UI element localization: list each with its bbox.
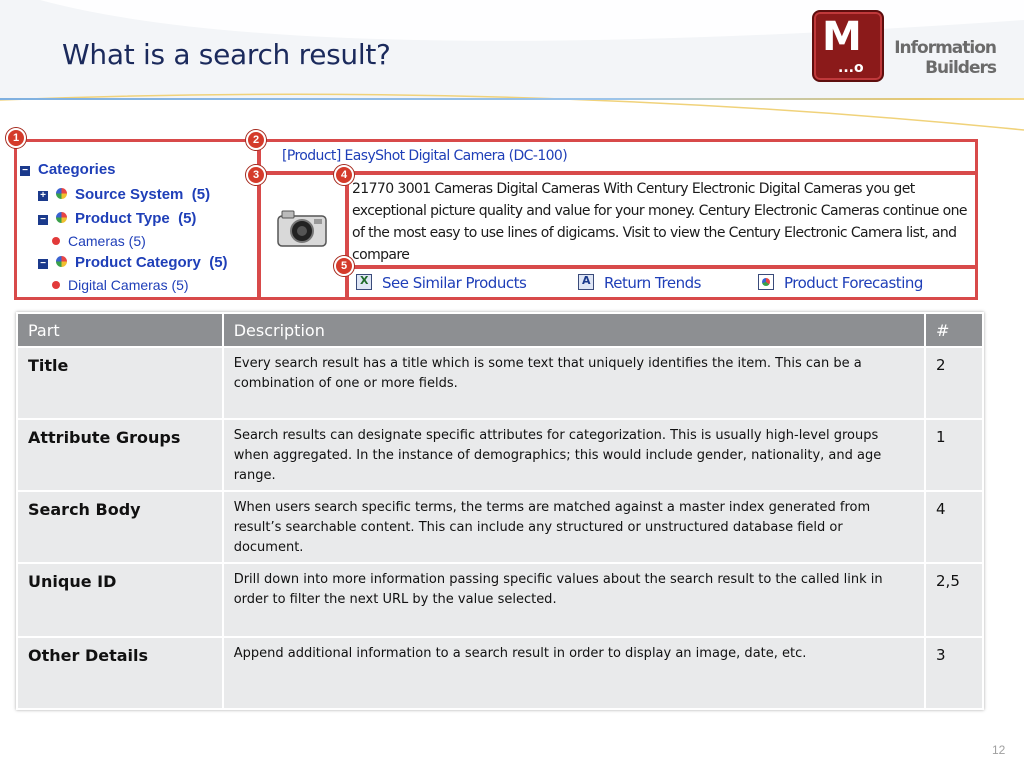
- expand-icon[interactable]: +: [38, 191, 48, 201]
- badge-3: 3: [246, 165, 266, 185]
- cell-number: 2: [924, 346, 984, 420]
- report-icon: [578, 274, 594, 290]
- bullet-icon: [52, 281, 60, 289]
- cell-description: Append additional information to a searc…: [221, 636, 927, 710]
- table-row: Title Every search result has a title wh…: [16, 346, 984, 420]
- parts-table: Part Description # Title Every search re…: [16, 312, 984, 710]
- camera-icon: [277, 210, 327, 247]
- bullet-icon: [52, 237, 60, 245]
- logo-letter: M: [822, 14, 862, 60]
- forecast-icon: [758, 274, 774, 290]
- result-links: See Similar Products Return Trends Produ…: [352, 274, 976, 296]
- page-number: 12: [992, 743, 1006, 757]
- categories-header[interactable]: − Categories: [20, 161, 116, 178]
- return-trends-link[interactable]: Return Trends: [578, 274, 701, 292]
- badge-5: 5: [334, 256, 354, 276]
- header-divider: [0, 98, 1024, 100]
- header-description: Description: [221, 312, 927, 348]
- cell-number: 4: [924, 490, 984, 564]
- badge-1: 1: [6, 128, 26, 148]
- category-product-category[interactable]: − Product Category (5): [38, 254, 228, 271]
- result-title-link[interactable]: [Product] EasyShot Digital Camera (DC-10…: [282, 148, 568, 164]
- header-part: Part: [16, 312, 224, 348]
- m-logo: M ...o: [812, 10, 884, 82]
- cell-description: Search results can designate specific at…: [221, 418, 927, 492]
- cell-number: 3: [924, 636, 984, 710]
- header-number: #: [924, 312, 984, 348]
- cell-description: When users search specific terms, the te…: [221, 490, 927, 564]
- cell-description: Drill down into more information passing…: [221, 562, 927, 638]
- cell-part: Search Body: [16, 490, 224, 564]
- table-header-row: Part Description #: [16, 312, 984, 348]
- category-cameras[interactable]: Cameras (5): [52, 233, 146, 249]
- table-row: Unique ID Drill down into more informati…: [16, 562, 984, 638]
- badge-2: 2: [246, 130, 266, 150]
- see-similar-products-link[interactable]: See Similar Products: [356, 274, 527, 292]
- cell-part: Attribute Groups: [16, 418, 224, 492]
- table-row: Other Details Append additional informat…: [16, 636, 984, 710]
- collapse-icon[interactable]: −: [38, 215, 48, 225]
- logo-dots: ...o: [838, 60, 864, 76]
- cell-number: 2,5: [924, 562, 984, 638]
- category-ball-icon: [56, 256, 67, 267]
- cell-part: Title: [16, 346, 224, 420]
- category-digital-cameras[interactable]: Digital Cameras (5): [52, 277, 189, 293]
- cell-description: Every search result has a title which is…: [221, 346, 927, 420]
- logo-line-1: Information: [894, 38, 997, 58]
- excel-icon: [356, 274, 372, 290]
- category-ball-icon: [56, 212, 67, 223]
- search-result-screenshot: 1 2 3 4 5 − Categories + Source System (5)…: [6, 128, 980, 302]
- product-forecasting-link[interactable]: Product Forecasting: [758, 274, 923, 292]
- slide-title: What is a search result?: [62, 38, 391, 71]
- logo-line-2: Builders: [925, 58, 997, 78]
- result-body-text: 21770 3001 Cameras Digital Cameras With …: [352, 181, 967, 263]
- category-product-type[interactable]: − Product Type (5): [38, 210, 196, 227]
- cell-part: Other Details: [16, 636, 224, 710]
- table-row: Search Body When users search specific t…: [16, 490, 984, 564]
- badge-4: 4: [334, 165, 354, 185]
- table-row: Attribute Groups Search results can desi…: [16, 418, 984, 492]
- collapse-icon[interactable]: −: [38, 259, 48, 269]
- collapse-icon[interactable]: −: [20, 166, 30, 176]
- category-ball-icon: [56, 188, 67, 199]
- category-source-system[interactable]: + Source System (5): [38, 186, 210, 203]
- cell-part: Unique ID: [16, 562, 224, 638]
- company-logo-text: Information Builders: [892, 38, 997, 78]
- cell-number: 1: [924, 418, 984, 492]
